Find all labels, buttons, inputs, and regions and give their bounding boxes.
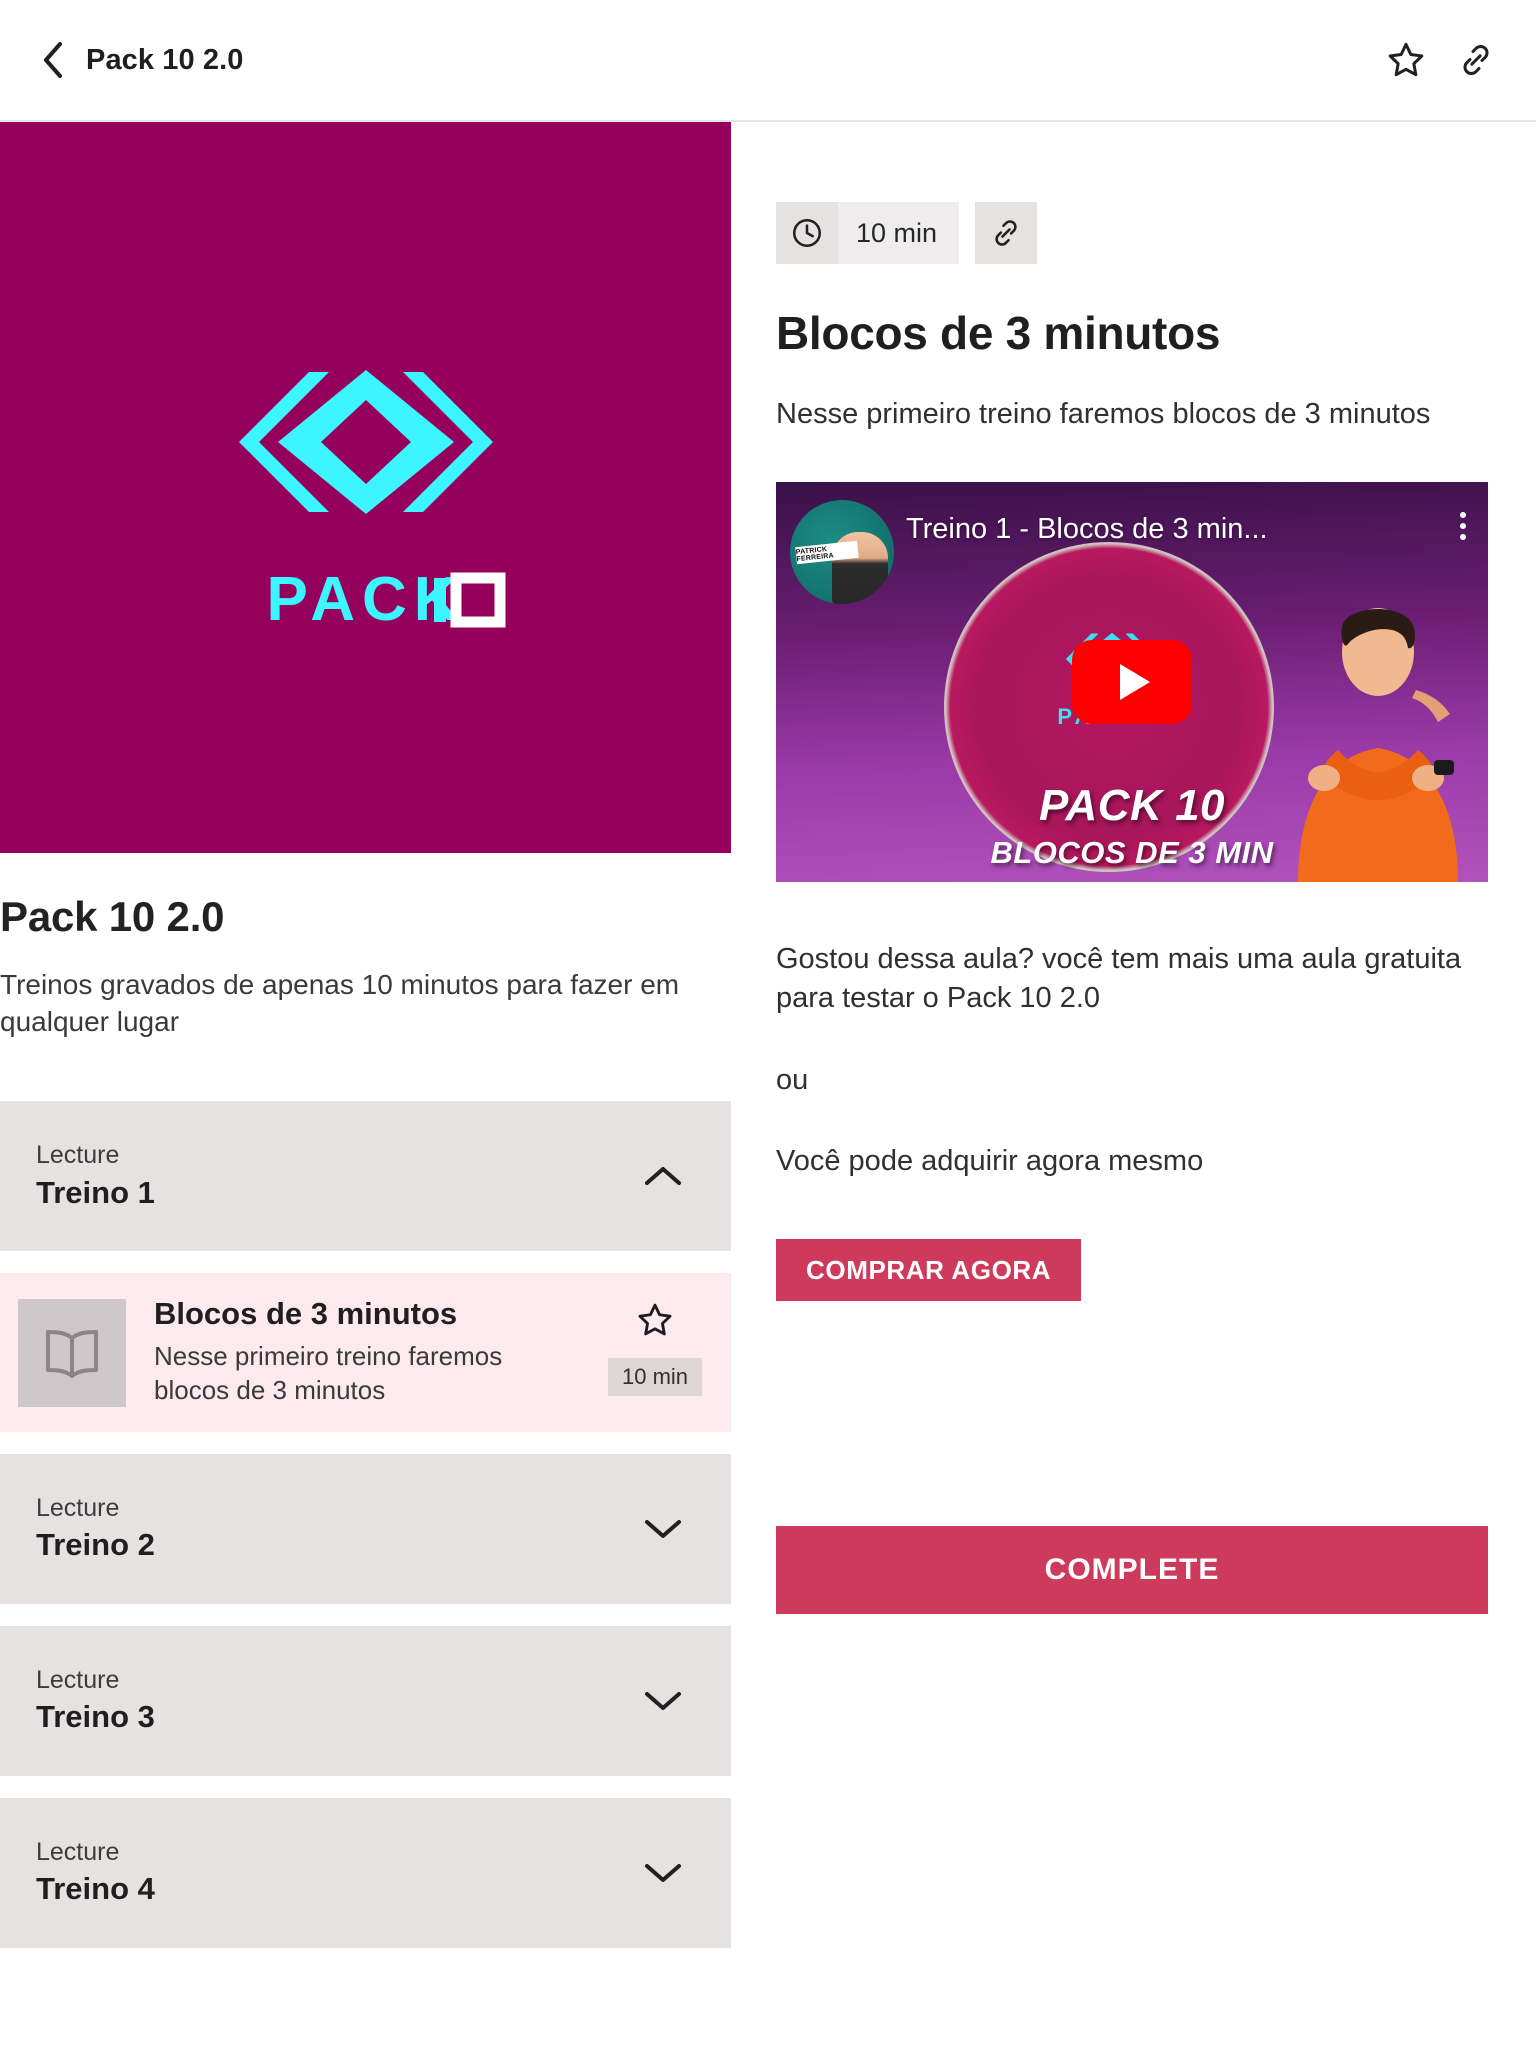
chevron-down-glyph [645,1691,681,1710]
lesson-duration-badge: 10 min [607,1358,703,1397]
favorite-button[interactable] [1380,34,1432,86]
lesson-subtitle: Nesse primeiro treino faremos blocos de … [154,1340,503,1405]
lesson-detail-column: 10 min Blocos de 3 minutos Nesse primeir… [731,122,1536,1614]
channel-avatar: PATRICK FERREIRA [790,499,894,604]
video-overlay-main: PACK 10 [1038,780,1226,830]
section-labels: Lecture Treino 2 [36,1493,641,1563]
star-icon [1388,42,1424,77]
page-body: PACK Pack 10 2.0 Treinos gravados de ape… [0,122,1536,1970]
chevron-down-glyph [645,1519,681,1538]
pack10-logo: PACK [156,342,576,634]
play-button[interactable] [1072,639,1192,724]
section-header-treino-3[interactable]: Lecture Treino 3 [0,1625,731,1776]
section-labels: Lecture Treino 3 [36,1665,641,1735]
chevron-left-icon [44,42,62,78]
back-button[interactable] [30,37,76,83]
course-column: PACK Pack 10 2.0 Treinos gravados de ape… [0,122,731,1970]
video-player[interactable]: PACK10 PATRICK FERREIRA Treino 1 - Bloco… [776,481,1488,882]
link-icon [995,220,1017,246]
section-header-treino-1[interactable]: Lecture Treino 1 [0,1101,731,1252]
kebab-dot [1460,511,1466,518]
course-description: Treinos gravados de apenas 10 minutos pa… [0,969,680,1038]
section-title: Treino 2 [36,1527,155,1563]
link-icon [1463,45,1489,75]
pack10-wordmark: PACK [266,565,505,634]
lesson-thumbnail [18,1299,126,1408]
section-kicker: Lecture [36,1665,120,1694]
kebab-menu-icon[interactable] [1460,511,1466,540]
kebab-dot [1460,533,1466,540]
promo-paragraph-2: ou [776,1063,809,1096]
section-header-treino-4[interactable]: Lecture Treino 4 [0,1797,731,1948]
lesson-meta-row: 10 min [776,202,1491,264]
book-icon [46,1330,98,1379]
video-title: Treino 1 - Blocos de 3 min... [906,513,1268,545]
curriculum-list: Lecture Treino 1 Blocos de 3 minutos Nes… [0,1101,731,1948]
chevron-up-icon[interactable] [641,1154,685,1198]
lesson-detail: 10 min Blocos de 3 minutos Nesse primeir… [731,122,1536,1302]
promo-paragraph-3: Você pode adquirir agora mesmo [776,1145,1204,1178]
kebab-dot [1460,522,1466,529]
lesson-row-blocos-de-3-minutos[interactable]: Blocos de 3 minutos Nesse primeiro trein… [0,1273,731,1432]
lesson-meta: 10 min [607,1297,703,1397]
clock-icon [792,218,822,248]
section-header-treino-2[interactable]: Lecture Treino 2 [0,1453,731,1604]
lesson-heading: Blocos de 3 minutos [776,307,1221,359]
page-title: Pack 10 2.0 [86,43,244,76]
share-link-button[interactable] [1450,34,1502,86]
pack10-diamond-icon [238,369,493,514]
lesson-favorite-button[interactable] [636,1301,674,1344]
clock-icon-cell [776,202,838,264]
play-icon [1120,663,1150,700]
video-overlay-sub: BLOCOS DE 3 MIN [990,834,1274,870]
buy-now-button[interactable]: COMPRAR AGORA [776,1239,1082,1302]
star-icon [638,1303,672,1336]
section-title: Treino 4 [36,1871,155,1907]
chevron-down-icon[interactable] [641,1851,685,1895]
lesson-lead: Nesse primeiro treino faremos blocos de … [776,397,1431,430]
section-title: Treino 3 [36,1699,155,1735]
section-labels: Lecture Treino 4 [36,1837,641,1907]
section-title: Treino 1 [36,1174,155,1210]
lesson-texts: Blocos de 3 minutos Nesse primeiro trein… [154,1296,609,1407]
chevron-up-glyph [645,1167,681,1186]
app-bar: Pack 10 2.0 [0,0,1536,122]
section-kicker: Lecture [36,1493,120,1522]
lesson-title: Blocos de 3 minutos [154,1296,458,1332]
chevron-down-icon[interactable] [641,1507,685,1551]
course-info: Pack 10 2.0 Treinos gravados de apenas 1… [0,853,731,1041]
duration-chip: 10 min [776,202,960,264]
course-banner: PACK [0,122,731,853]
section-labels: Lecture Treino 1 [36,1142,641,1210]
chevron-down-glyph [645,1863,681,1882]
complete-button[interactable]: COMPLETE [776,1526,1488,1614]
promo-paragraph-1: Gostou dessa aula? você tem mais uma aul… [776,942,1462,1015]
duration-label: 10 min [856,217,938,248]
chevron-down-icon[interactable] [641,1679,685,1723]
course-title: Pack 10 2.0 [0,893,225,940]
lesson-link-button[interactable] [975,202,1038,264]
section-kicker: Lecture [36,1837,120,1866]
section-kicker: Lecture [36,1141,120,1170]
